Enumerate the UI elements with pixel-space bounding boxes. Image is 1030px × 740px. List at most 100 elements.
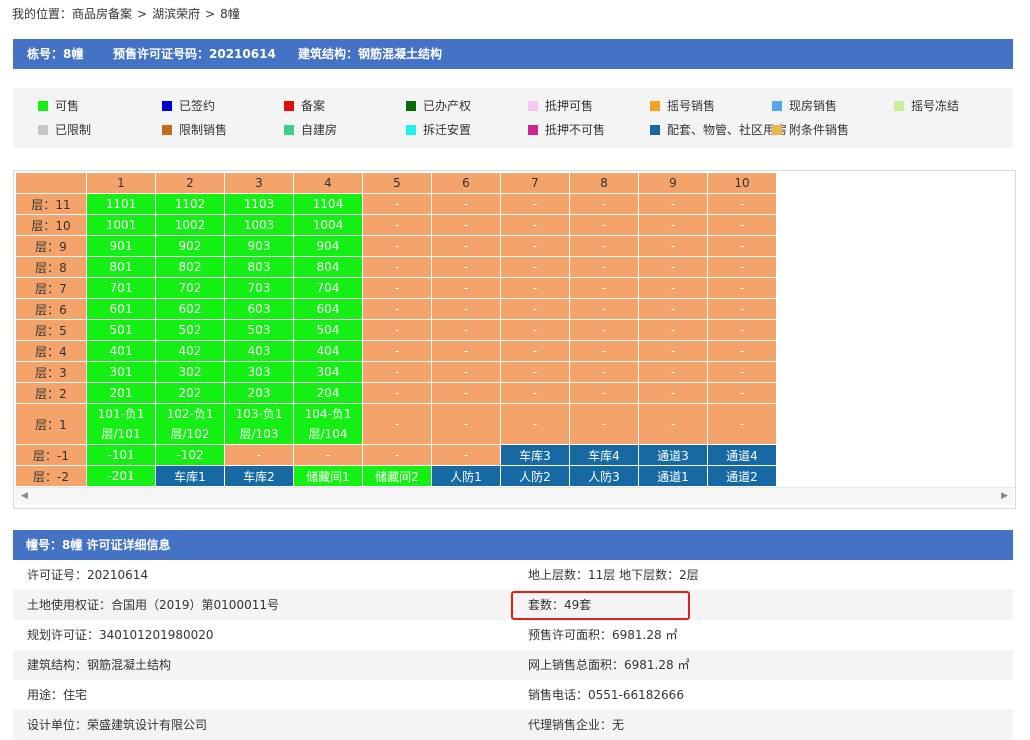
unit-cell[interactable]: 402 <box>155 340 225 362</box>
unit-cell[interactable]: 1104 <box>293 193 363 215</box>
unit-cell[interactable]: -102 <box>155 444 225 466</box>
unit-cell[interactable]: 404 <box>293 340 363 362</box>
empty-cell: - <box>569 361 639 383</box>
unit-cell[interactable]: 701 <box>86 277 156 299</box>
unit-cell[interactable]: -201 <box>86 465 156 487</box>
floor-row: 层：1 101-负1层/101 102-负1层/102 103-负1层/103 104-… <box>15 403 777 445</box>
legend-item: 自建房 <box>284 120 337 140</box>
unit-cell[interactable]: 802 <box>155 256 225 278</box>
unit-cell[interactable]: 通道1 <box>638 465 708 487</box>
unit-cell[interactable]: 502 <box>155 319 225 341</box>
unit-cell[interactable]: 302 <box>155 361 225 383</box>
unit-cell[interactable]: 501 <box>86 319 156 341</box>
unit-cell[interactable]: 储藏间2 <box>362 465 432 487</box>
unit-cell[interactable]: 203 <box>224 382 294 404</box>
unit-cell[interactable]: 902 <box>155 235 225 257</box>
empty-cell: - <box>500 235 570 257</box>
unit-cell[interactable]: 车库3 <box>500 444 570 466</box>
unit-cell[interactable]: 604 <box>293 298 363 320</box>
unit-cell[interactable]: -101 <box>86 444 156 466</box>
horizontal-scrollbar[interactable]: ◀ ▶ <box>15 487 1014 505</box>
column-header: 7 <box>500 172 570 194</box>
empty-cell: - <box>431 361 501 383</box>
breadcrumb-link-filing[interactable]: 商品房备案 <box>72 7 132 21</box>
unit-cell[interactable]: 703 <box>224 277 294 299</box>
unit-cell[interactable]: 303 <box>224 361 294 383</box>
floor-row: 层：4 401 402 403 404- - - - - - <box>15 340 777 362</box>
unit-cell[interactable]: 204 <box>293 382 363 404</box>
unit-cell[interactable]: 901 <box>86 235 156 257</box>
unit-cell[interactable]: 304 <box>293 361 363 383</box>
unit-cell[interactable]: 车库2 <box>224 465 294 487</box>
unit-cell[interactable]: 403 <box>224 340 294 362</box>
unit-cell[interactable]: 202 <box>155 382 225 404</box>
unit-cell[interactable]: 702 <box>155 277 225 299</box>
unit-cell[interactable]: 301 <box>86 361 156 383</box>
unit-cell[interactable]: 通道3 <box>638 444 708 466</box>
unit-cell[interactable]: 人防1 <box>431 465 501 487</box>
unit-cell[interactable]: 601 <box>86 298 156 320</box>
unit-cell[interactable]: 车库4 <box>569 444 639 466</box>
unit-cell[interactable]: 1103 <box>224 193 294 215</box>
legend-swatch <box>162 100 172 111</box>
legend-item: 附条件销售 <box>772 120 849 140</box>
empty-cell: - <box>431 298 501 320</box>
unit-cell[interactable]: 储藏间1 <box>293 465 363 487</box>
empty-cell: - <box>707 298 777 320</box>
unit-cell[interactable]: 801 <box>86 256 156 278</box>
unit-cell[interactable]: 704 <box>293 277 363 299</box>
unit-cell[interactable]: 104-负1层/104 <box>293 403 363 445</box>
empty-cell: - <box>500 403 570 445</box>
unit-cell[interactable]: 504 <box>293 319 363 341</box>
breadcrumb-link-project[interactable]: 湖滨荣府 <box>152 7 200 21</box>
legend-label: 已限制 <box>55 123 92 137</box>
legend-swatch <box>894 100 904 111</box>
unit-cell[interactable]: 103-负1层/103 <box>224 403 294 445</box>
floor-label: 层：11 <box>15 193 87 215</box>
unit-cell[interactable]: 101-负1层/101 <box>86 403 156 445</box>
legend-label: 配套、物管、社区用房 <box>667 123 788 137</box>
unit-cell[interactable]: 人防3 <box>569 465 639 487</box>
unit-cell[interactable]: 1101 <box>86 193 156 215</box>
unit-cell[interactable]: 804 <box>293 256 363 278</box>
unit-cell[interactable]: 1001 <box>86 214 156 236</box>
unit-cell[interactable]: 通道2 <box>707 465 777 487</box>
empty-cell: - <box>500 340 570 362</box>
legend-item: 限制销售 <box>162 120 227 140</box>
unit-cell[interactable]: 人防2 <box>500 465 570 487</box>
unit-cell[interactable]: 401 <box>86 340 156 362</box>
unit-cell[interactable]: 803 <box>224 256 294 278</box>
unit-cell[interactable]: 1102 <box>155 193 225 215</box>
empty-cell: - <box>362 193 432 215</box>
legend-item: 备案 <box>284 96 325 116</box>
legend-swatch <box>406 124 416 135</box>
empty-cell: - <box>569 193 639 215</box>
unit-cell[interactable]: 503 <box>224 319 294 341</box>
empty-cell: - <box>569 319 639 341</box>
unit-cell[interactable]: 903 <box>224 235 294 257</box>
breadcrumb-label: 我的位置： <box>12 7 73 21</box>
unit-cell[interactable]: 602 <box>155 298 225 320</box>
floor-row: 层：3 301 302 303 304- - - - - - <box>15 361 777 383</box>
legend-label: 已签约 <box>179 99 216 113</box>
scroll-right-icon[interactable]: ▶ <box>1001 491 1008 501</box>
unit-cell[interactable]: 201 <box>86 382 156 404</box>
detail-right: 网上销售总面积：6981.28 ㎡ <box>528 658 690 672</box>
scroll-left-icon[interactable]: ◀ <box>21 491 28 501</box>
detail-row: 规划许可证：340101201980020 预售许可面积：6981.28 ㎡ <box>13 620 1013 650</box>
unit-cell[interactable]: 车库1 <box>155 465 225 487</box>
empty-cell: - <box>362 361 432 383</box>
unit-cell[interactable]: 102-负1层/102 <box>155 403 225 445</box>
empty-cell: - <box>638 319 708 341</box>
empty-cell: - <box>707 214 777 236</box>
unit-cell[interactable]: 1003 <box>224 214 294 236</box>
breadcrumb-separator: > <box>205 7 216 21</box>
unit-cell[interactable]: 通道4 <box>707 444 777 466</box>
unit-cell[interactable]: 1002 <box>155 214 225 236</box>
unit-cell[interactable]: 1004 <box>293 214 363 236</box>
empty-cell: - <box>707 235 777 257</box>
legend-swatch <box>772 100 782 111</box>
unit-cell[interactable]: 904 <box>293 235 363 257</box>
unit-cell[interactable]: 603 <box>224 298 294 320</box>
detail-row: 许可证号：20210614 地上层数：11层 地下层数：2层 <box>13 560 1013 590</box>
